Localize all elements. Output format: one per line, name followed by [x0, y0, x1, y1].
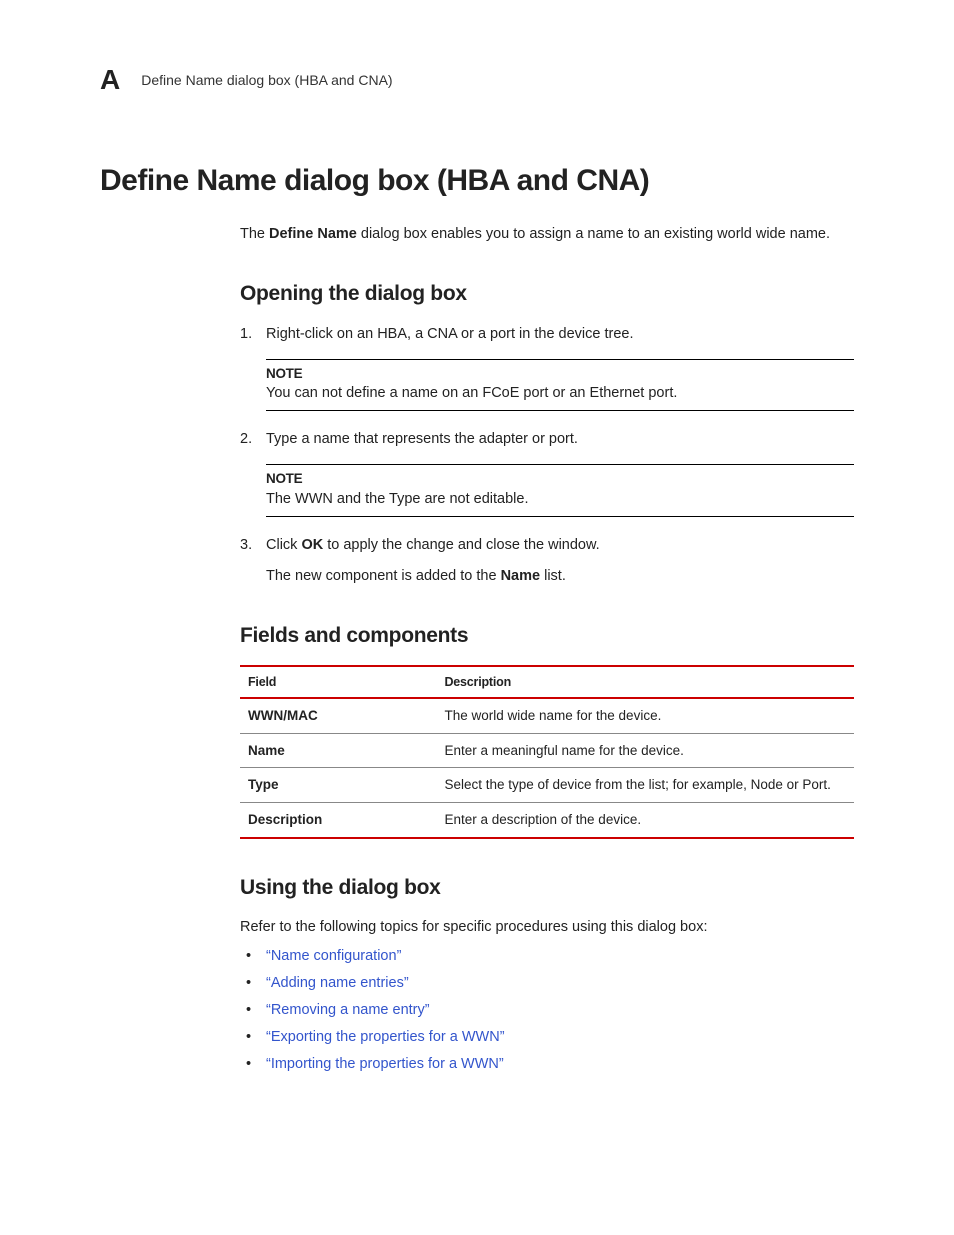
- xref-link[interactable]: “Adding name entries”: [266, 975, 409, 991]
- cell-field: Type: [240, 768, 436, 803]
- th-field: Field: [240, 666, 436, 698]
- cell-field: Description: [240, 803, 436, 838]
- cell-field: WWN/MAC: [240, 698, 436, 733]
- xref-link[interactable]: “Exporting the properties for a WWN”: [266, 1029, 505, 1045]
- step-3-after-prefix: The new component is added to the: [266, 568, 501, 584]
- breadcrumb: Define Name dialog box (HBA and CNA): [141, 70, 392, 90]
- table-row: Name Enter a meaningful name for the dev…: [240, 733, 854, 768]
- cell-desc: Enter a meaningful name for the device.: [436, 733, 854, 768]
- cell-desc: The world wide name for the device.: [436, 698, 854, 733]
- note-text: The WWN and the Type are not editable.: [266, 489, 854, 510]
- intro-suffix: dialog box enables you to assign a name …: [357, 226, 830, 242]
- note-block-1: NOTE You can not define a name on an FCo…: [266, 359, 854, 412]
- page-title: Define Name dialog box (HBA and CNA): [100, 159, 854, 203]
- related-links: “Name configuration” “Adding name entrie…: [240, 946, 854, 1075]
- xref-link[interactable]: “Importing the properties for a WWN”: [266, 1056, 504, 1072]
- step-1: Right-click on an HBA, a CNA or a port i…: [240, 324, 854, 412]
- using-intro: Refer to the following topics for specif…: [240, 917, 854, 938]
- step-3-after-suffix: list.: [540, 568, 566, 584]
- list-item: “Removing a name entry”: [240, 1000, 854, 1021]
- step-3-prefix: Click: [266, 537, 301, 553]
- heading-opening: Opening the dialog box: [240, 279, 854, 309]
- list-item: “Name configuration”: [240, 946, 854, 967]
- step-1-text: Right-click on an HBA, a CNA or a port i…: [266, 326, 634, 342]
- step-3: Click OK to apply the change and close t…: [240, 535, 854, 587]
- heading-using: Using the dialog box: [240, 873, 854, 903]
- step-3-bold: OK: [301, 537, 323, 553]
- step-3-after-bold: Name: [501, 568, 541, 584]
- page-header: A Define Name dialog box (HBA and CNA): [100, 60, 854, 101]
- note-label: NOTE: [266, 469, 854, 489]
- intro-prefix: The: [240, 226, 269, 242]
- intro-bold: Define Name: [269, 226, 357, 242]
- xref-link[interactable]: “Name configuration”: [266, 948, 401, 964]
- cell-field: Name: [240, 733, 436, 768]
- appendix-letter: A: [100, 60, 119, 101]
- table-header-row: Field Description: [240, 666, 854, 698]
- cell-desc: Enter a description of the device.: [436, 803, 854, 838]
- note-text: You can not define a name on an FCoE por…: [266, 383, 854, 404]
- list-item: “Exporting the properties for a WWN”: [240, 1027, 854, 1048]
- opening-steps: Right-click on an HBA, a CNA or a port i…: [240, 324, 854, 587]
- list-item: “Importing the properties for a WWN”: [240, 1054, 854, 1075]
- step-3-suffix: to apply the change and close the window…: [323, 537, 600, 553]
- table-row: WWN/MAC The world wide name for the devi…: [240, 698, 854, 733]
- th-description: Description: [436, 666, 854, 698]
- cell-desc: Select the type of device from the list;…: [436, 768, 854, 803]
- step-2: Type a name that represents the adapter …: [240, 429, 854, 517]
- note-block-2: NOTE The WWN and the Type are not editab…: [266, 464, 854, 517]
- note-label: NOTE: [266, 364, 854, 384]
- list-item: “Adding name entries”: [240, 973, 854, 994]
- table-row: Description Enter a description of the d…: [240, 803, 854, 838]
- fields-table: Field Description WWN/MAC The world wide…: [240, 665, 854, 838]
- step-3-after: The new component is added to the Name l…: [266, 566, 854, 587]
- xref-link[interactable]: “Removing a name entry”: [266, 1002, 430, 1018]
- step-2-text: Type a name that represents the adapter …: [266, 431, 578, 447]
- table-row: Type Select the type of device from the …: [240, 768, 854, 803]
- intro-paragraph: The Define Name dialog box enables you t…: [240, 224, 854, 245]
- heading-fields: Fields and components: [240, 621, 854, 651]
